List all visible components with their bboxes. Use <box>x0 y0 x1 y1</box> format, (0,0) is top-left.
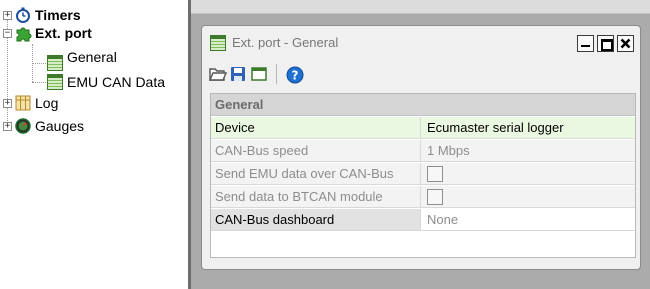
table-icon <box>47 55 63 71</box>
log-icon <box>15 95 31 111</box>
tree-item-log[interactable]: Log <box>15 94 58 112</box>
window-icon[interactable] <box>251 66 267 82</box>
grid-row-send-emu-data[interactable]: Send EMU data over CAN-Bus <box>211 163 635 185</box>
property-value-cell <box>421 163 635 184</box>
grid-row-can-bus-dashboard[interactable]: CAN-Bus dashboard None <box>211 209 635 231</box>
child-window[interactable]: Ext. port - General ? General Device Ecu… <box>201 25 641 270</box>
collapse-toggle[interactable]: − <box>3 29 12 38</box>
tree-item-general[interactable]: General <box>47 49 117 72</box>
open-folder-icon[interactable] <box>208 66 228 82</box>
help-icon[interactable]: ? <box>286 66 304 84</box>
tree-panel: + Timers − Ext. port General EMU CAN Dat… <box>0 0 188 289</box>
property-name: Send EMU data over CAN-Bus <box>211 163 421 184</box>
puzzle-icon <box>15 25 32 42</box>
minimize-button[interactable] <box>577 35 594 52</box>
grid-category-row[interactable]: General <box>211 94 635 116</box>
expand-toggle[interactable]: + <box>3 122 12 131</box>
tree-item-ext-port[interactable]: Ext. port <box>15 24 92 42</box>
window-title: Ext. port - General <box>232 35 339 50</box>
close-button[interactable] <box>617 35 634 52</box>
close-icon <box>620 38 631 49</box>
property-name: CAN-Bus speed <box>211 140 421 161</box>
tree-item-label: EMU CAN Data <box>67 74 166 90</box>
tree-connector <box>32 82 46 83</box>
property-value[interactable]: None <box>421 209 635 230</box>
property-value-cell <box>421 186 635 207</box>
property-grid: General Device Ecumaster serial logger C… <box>210 93 636 258</box>
mdi-top-strip <box>191 0 650 14</box>
send-emu-data-checkbox[interactable] <box>427 166 443 182</box>
svg-text:?: ? <box>292 69 299 83</box>
property-name: Device <box>211 117 421 138</box>
table-icon <box>47 74 63 90</box>
property-name: Send data to BTCAN module <box>211 186 421 207</box>
tree-item-gauges[interactable]: Gauges <box>15 117 84 135</box>
send-btcan-checkbox[interactable] <box>427 189 443 205</box>
tree-item-label: Timers <box>35 7 81 23</box>
toolbar: ? <box>206 61 304 87</box>
tree-item-timers[interactable]: Timers <box>15 6 81 24</box>
expand-toggle[interactable]: + <box>3 11 12 20</box>
grid-row-can-bus-speed[interactable]: CAN-Bus speed 1 Mbps <box>211 140 635 162</box>
tree-item-label: Log <box>35 95 59 111</box>
maximize-button[interactable] <box>597 35 614 52</box>
tree-item-label: General <box>67 49 117 65</box>
grid-row-device[interactable]: Device Ecumaster serial logger <box>211 117 635 139</box>
table-icon <box>210 34 226 51</box>
grid-row-send-btcan[interactable]: Send data to BTCAN module <box>211 186 635 208</box>
tree-connector <box>32 63 46 64</box>
stopwatch-icon <box>15 7 31 23</box>
expand-toggle[interactable]: + <box>3 99 12 108</box>
tree-item-label: Ext. port <box>35 25 92 41</box>
category-label: General <box>215 97 264 112</box>
window-titlebar[interactable]: Ext. port - General <box>202 26 640 59</box>
property-name: CAN-Bus dashboard <box>211 209 421 230</box>
tree-item-emu-can-data[interactable]: EMU CAN Data <box>47 73 165 91</box>
tree-item-label: Gauges <box>35 118 85 134</box>
save-icon[interactable] <box>230 66 246 82</box>
mdi-workspace: Ext. port - General ? General Device Ecu… <box>191 0 650 289</box>
gauge-icon <box>15 118 31 134</box>
property-value[interactable]: 1 Mbps <box>421 140 635 161</box>
property-value[interactable]: Ecumaster serial logger <box>421 117 635 138</box>
toolbar-separator <box>276 64 277 84</box>
